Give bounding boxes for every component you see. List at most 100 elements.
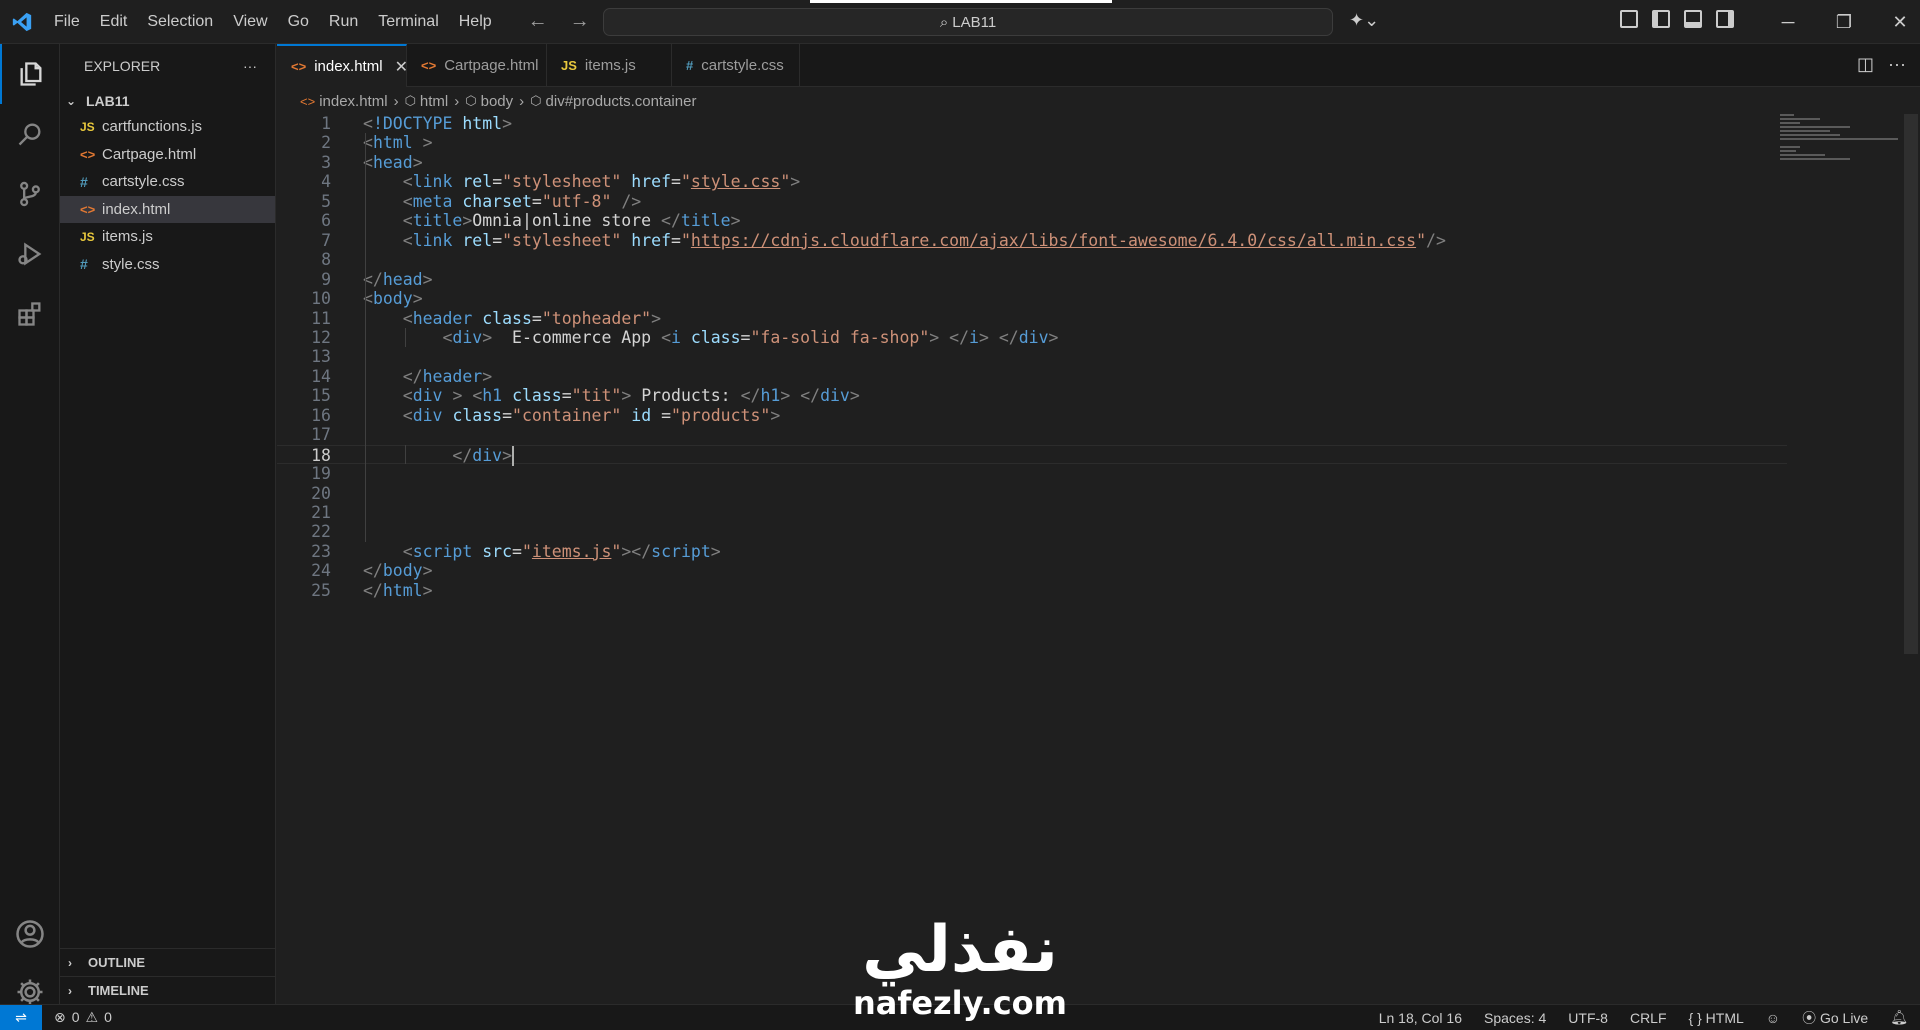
code-line[interactable]: 11 <header class="topheader">: [277, 309, 1777, 328]
back-arrow-icon[interactable]: ←: [528, 10, 548, 33]
customize-layout-icon[interactable]: [1620, 10, 1638, 28]
code-line[interactable]: 25 </html>: [277, 581, 1777, 600]
menu-help[interactable]: Help: [449, 0, 502, 44]
problems-indicator[interactable]: ⊗ 0 ⚠ 0: [54, 1009, 112, 1026]
accounts-icon[interactable]: [0, 904, 60, 964]
code-text: </html>: [363, 581, 433, 600]
outline-section[interactable]: › OUTLINE: [60, 948, 276, 976]
go-live-button[interactable]: ⦿ Go Live: [1802, 1008, 1868, 1028]
extensions-icon[interactable]: [0, 284, 60, 344]
file-item[interactable]: <> index.html: [60, 195, 275, 223]
code-line[interactable]: 9 </head>: [277, 270, 1777, 289]
code-line[interactable]: 15 <div > <h1 class="tit"> Products: </h…: [277, 386, 1777, 405]
breadcrumb-item[interactable]: body: [481, 93, 514, 110]
file-item[interactable]: JS items.js: [60, 223, 275, 251]
line-number: 17: [311, 425, 331, 445]
forward-arrow-icon[interactable]: →: [570, 10, 590, 33]
chevron-right-icon: ›: [68, 983, 72, 998]
menu-view[interactable]: View: [223, 0, 277, 44]
code-line[interactable]: 20: [277, 484, 1777, 503]
copilot-icon[interactable]: ✦⌄: [1349, 10, 1379, 31]
line-number: 7: [321, 230, 331, 250]
explorer-icon[interactable]: [0, 44, 60, 104]
line-endings[interactable]: CRLF: [1630, 1010, 1667, 1026]
command-center[interactable]: ⌕ LAB11: [603, 0, 1333, 36]
more-actions-icon[interactable]: ···: [1888, 54, 1906, 75]
file-item[interactable]: # style.css: [60, 251, 275, 279]
code-line[interactable]: 12 <div> E-commerce App <i class="fa-sol…: [277, 328, 1777, 347]
code-line[interactable]: 3 <head>: [277, 153, 1777, 172]
folder-lab11[interactable]: ⌄ LAB11: [60, 89, 275, 113]
code-line[interactable]: 1 <!DOCTYPE html>: [277, 114, 1777, 133]
code-line[interactable]: 22: [277, 522, 1777, 541]
close-tab-icon[interactable]: ✕: [395, 57, 408, 77]
breadcrumb-item[interactable]: div#products.container: [546, 93, 697, 110]
run-debug-icon[interactable]: [0, 224, 60, 284]
split-editor-icon[interactable]: ◫: [1857, 54, 1874, 75]
code-line[interactable]: 4 <link rel="stylesheet" href="style.css…: [277, 172, 1777, 191]
breadcrumb-item[interactable]: index.html: [319, 93, 387, 110]
toggle-primary-sidebar-icon[interactable]: [1652, 10, 1670, 28]
code-line[interactable]: 7 <link rel="stylesheet" href="https://c…: [277, 231, 1777, 250]
code-token: href: [631, 230, 672, 250]
code-line[interactable]: 5 <meta charset="utf-8" />: [277, 192, 1777, 211]
menu-terminal[interactable]: Terminal: [368, 0, 448, 44]
file-item[interactable]: # cartstyle.css: [60, 168, 275, 196]
toggle-secondary-sidebar-icon[interactable]: [1716, 10, 1734, 28]
tab-index-html[interactable]: <> index.html ✕: [277, 44, 408, 87]
language-mode[interactable]: { } HTML: [1689, 1010, 1744, 1026]
line-number: 22: [311, 522, 331, 542]
timeline-section[interactable]: › TIMELINE: [60, 976, 276, 1004]
restore-icon[interactable]: ❐: [1816, 0, 1872, 44]
tab-items-js[interactable]: JS items.js: [547, 44, 672, 87]
copilot-status-icon[interactable]: ☺: [1766, 1010, 1780, 1026]
encoding[interactable]: UTF-8: [1568, 1010, 1608, 1026]
breadcrumb-item[interactable]: html: [420, 93, 448, 110]
toggle-panel-icon[interactable]: [1684, 10, 1702, 28]
code-line[interactable]: 21: [277, 503, 1777, 522]
code-token: ": [680, 172, 691, 192]
code-line[interactable]: 10 <body>: [277, 289, 1777, 308]
tab-cartstyle-css[interactable]: # cartstyle.css: [672, 44, 800, 87]
cursor-position[interactable]: Ln 18, Col 16: [1379, 1010, 1462, 1026]
code-line[interactable]: 23 <script src="items.js"></script>: [277, 542, 1777, 561]
menu-run[interactable]: Run: [319, 0, 368, 44]
vertical-scrollbar[interactable]: [1904, 114, 1918, 654]
code-token: "products": [671, 405, 771, 425]
file-item[interactable]: JS cartfunctions.js: [60, 113, 275, 141]
code-token: rel: [462, 172, 493, 192]
notifications-bell-icon[interactable]: 🔔︎: [1890, 1009, 1908, 1026]
code-line[interactable]: 16 <div class="container" id ="products"…: [277, 406, 1777, 425]
minimap[interactable]: [1780, 114, 1900, 174]
search-icon[interactable]: [0, 104, 60, 164]
remote-indicator-icon[interactable]: ⇌: [0, 1004, 42, 1030]
indentation[interactable]: Spaces: 4: [1484, 1010, 1546, 1026]
code-line[interactable]: 6 <title>Omnia|online store </title>: [277, 211, 1777, 230]
code-token: charset: [462, 191, 532, 211]
menu-go[interactable]: Go: [278, 0, 319, 44]
minimize-icon[interactable]: ─: [1760, 0, 1816, 44]
code-token: >: [482, 327, 493, 347]
code-token: >: [422, 269, 433, 289]
code-line[interactable]: 19: [277, 464, 1777, 483]
menu-edit[interactable]: Edit: [90, 0, 138, 44]
code-token: <: [402, 386, 413, 406]
code-line[interactable]: 24 </body>: [277, 561, 1777, 580]
source-control-icon[interactable]: [0, 164, 60, 224]
code-line[interactable]: 17: [277, 425, 1777, 444]
code-token: >: [849, 386, 860, 406]
timeline-label: TIMELINE: [88, 983, 149, 998]
code-line[interactable]: 2 <html >: [277, 133, 1777, 152]
menu-selection[interactable]: Selection: [137, 0, 223, 44]
more-actions-icon[interactable]: ···: [243, 58, 257, 74]
file-item[interactable]: <> Cartpage.html: [60, 141, 275, 169]
code-line[interactable]: 8: [277, 250, 1777, 269]
code-line[interactable]: 14 </header>: [277, 367, 1777, 386]
code-line[interactable]: 13: [277, 347, 1777, 366]
code-editor[interactable]: 1 <!DOCTYPE html> 2 <html >3 <head> 4 <link r…: [277, 114, 1920, 1004]
tab-cartpage-html[interactable]: <> Cartpage.html: [407, 44, 547, 87]
code-line[interactable]: 18 </div>: [277, 444, 1787, 467]
menu-file[interactable]: File: [44, 0, 90, 44]
close-window-icon[interactable]: ✕: [1872, 0, 1920, 44]
